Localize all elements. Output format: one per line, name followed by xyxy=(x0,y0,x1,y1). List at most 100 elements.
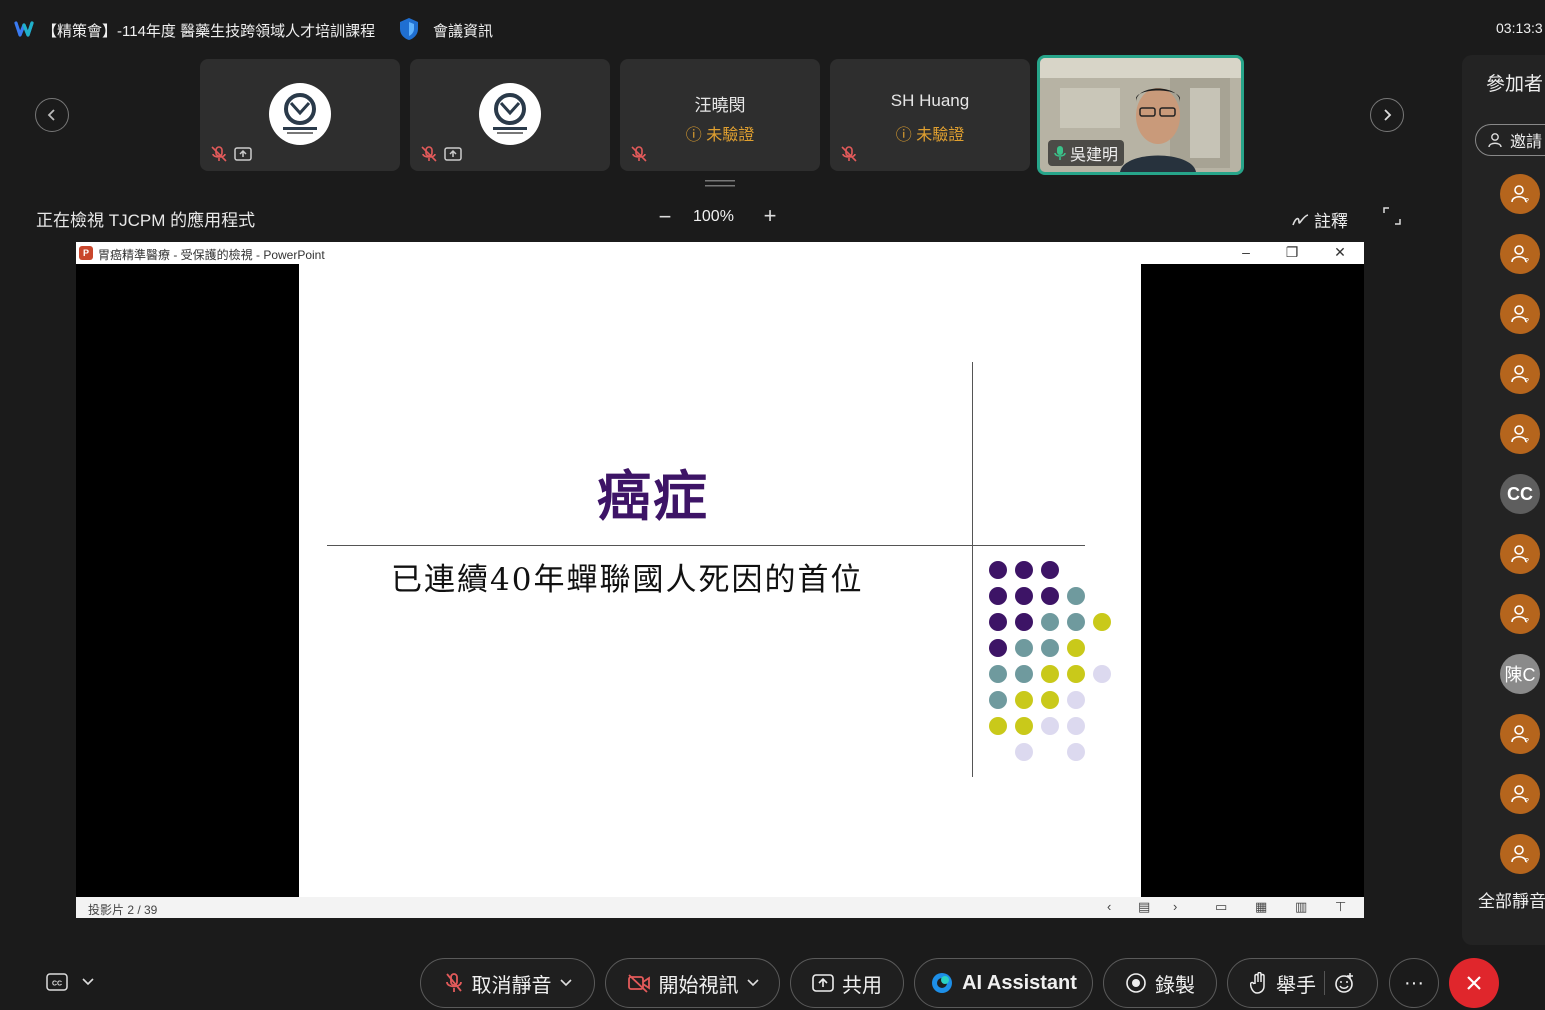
slide-title: 癌症 xyxy=(597,464,709,528)
minimize-icon[interactable]: – xyxy=(1236,244,1256,260)
participant-name: 汪曉閔 xyxy=(694,96,746,115)
unmute-label: 取消靜音 xyxy=(471,974,552,997)
participant-avatar-icon[interactable]: ? xyxy=(1500,414,1540,454)
slide-canvas: 癌症 已連續40年蟬聯國人死因的首位 xyxy=(299,264,1141,897)
decor-dot xyxy=(1041,613,1059,631)
close-icon[interactable]: ✕ xyxy=(1330,244,1350,261)
participant-tile-3[interactable]: 汪曉閔 ⓘ 未驗證 xyxy=(620,59,820,171)
chevron-down-icon xyxy=(82,978,94,986)
decor-dot xyxy=(1067,639,1085,657)
share-screen-icon xyxy=(234,147,252,161)
share-button[interactable]: 共用 xyxy=(790,958,904,1008)
participant-avatar-icon[interactable]: ? xyxy=(1500,834,1540,874)
decor-dot xyxy=(1067,717,1085,735)
leave-meeting-button[interactable] xyxy=(1449,958,1499,1008)
speaker-name: 吳建明 xyxy=(1070,147,1119,164)
strip-prev-button[interactable] xyxy=(35,98,69,132)
normal-view-icon[interactable]: ▭ xyxy=(1215,899,1227,915)
slide-vertical-rule xyxy=(972,362,973,777)
raise-hand-button[interactable]: 舉手 xyxy=(1227,958,1378,1008)
decor-dot xyxy=(989,587,1007,605)
record-button[interactable]: 錄製 xyxy=(1103,958,1217,1008)
mute-all-button[interactable]: 全部靜音 xyxy=(1478,887,1545,912)
svg-text:?: ? xyxy=(1525,198,1529,205)
svg-text:?: ? xyxy=(1525,558,1529,565)
annotate-pen-icon xyxy=(1292,213,1309,225)
participant-tile-logo-1[interactable] xyxy=(200,59,400,171)
slideshow-icon[interactable]: ⊤ xyxy=(1335,899,1346,915)
decor-dot xyxy=(989,717,1007,735)
participant-avatar-initials[interactable]: 陳C xyxy=(1500,654,1540,694)
decor-dot xyxy=(989,691,1007,709)
unverified-label: 未驗證 xyxy=(706,127,755,144)
record-label: 錄製 xyxy=(1155,974,1195,997)
decor-dot xyxy=(1015,717,1033,735)
start-video-button[interactable]: 開始視訊 xyxy=(605,958,780,1008)
chevron-down-icon[interactable] xyxy=(559,979,572,987)
resize-handle[interactable] xyxy=(705,180,735,188)
decor-dot xyxy=(1015,639,1033,657)
unverified-label: 未驗證 xyxy=(916,127,965,144)
decor-dot xyxy=(1067,691,1085,709)
active-speaker-tile[interactable]: 吳建明 xyxy=(1037,55,1244,175)
ai-assistant-button[interactable]: AI Assistant xyxy=(914,958,1093,1008)
decor-dot xyxy=(1041,587,1059,605)
closed-captions-icon: CC xyxy=(46,973,68,991)
mic-muted-icon xyxy=(211,146,227,162)
invite-button[interactable]: 邀請 xyxy=(1475,124,1545,156)
mic-muted-icon xyxy=(631,146,647,162)
reaction-emoji-icon[interactable] xyxy=(1333,972,1355,994)
participant-tile-4[interactable]: SH Huang ⓘ 未驗證 xyxy=(830,59,1030,171)
divider xyxy=(1324,971,1325,995)
participant-avatar-icon[interactable]: ? xyxy=(1500,234,1540,274)
window-title: 胃癌精準醫療 - 受保護的檢視 - PowerPoint xyxy=(98,248,325,262)
meeting-clock: 03:13:3 xyxy=(1496,20,1543,36)
slide-sorter-icon[interactable]: ▦ xyxy=(1255,899,1267,915)
participant-avatar-icon[interactable]: ? xyxy=(1500,774,1540,814)
svg-text:?: ? xyxy=(1525,438,1529,445)
decor-dot xyxy=(1041,691,1059,709)
captions-control[interactable]: CC xyxy=(46,973,94,991)
svg-text:?: ? xyxy=(1525,318,1529,325)
mic-muted-icon xyxy=(445,973,462,992)
decor-dot xyxy=(1093,665,1111,683)
add-person-icon xyxy=(1488,133,1502,148)
share-screen-icon xyxy=(444,147,462,161)
unverified-status: ⓘ 未驗證 xyxy=(620,121,820,145)
notes-icon[interactable]: ▤ xyxy=(1138,899,1150,915)
participant-avatar-icon[interactable]: ? xyxy=(1500,354,1540,394)
decor-dot xyxy=(1093,613,1111,631)
mic-muted-icon xyxy=(841,146,857,162)
zoom-level[interactable]: 100% xyxy=(693,208,734,226)
next-slide-icon[interactable]: › xyxy=(1173,899,1177,914)
participant-avatar-icon[interactable]: ? xyxy=(1500,534,1540,574)
participant-avatar-initials[interactable]: CC xyxy=(1500,474,1540,514)
unverified-status: ⓘ 未驗證 xyxy=(830,121,1030,145)
restore-icon[interactable]: ❐ xyxy=(1282,244,1302,261)
meeting-info-link[interactable]: 會議資訊 xyxy=(433,20,493,41)
participant-avatar-icon[interactable]: ? xyxy=(1500,714,1540,754)
zoom-out-button[interactable]: − xyxy=(655,204,675,230)
participant-avatar-icon[interactable]: ? xyxy=(1500,294,1540,334)
raise-hand-icon xyxy=(1250,972,1265,994)
strip-next-button[interactable] xyxy=(1370,98,1404,132)
shield-icon[interactable] xyxy=(398,17,420,41)
participant-avatar-icon[interactable]: ? xyxy=(1500,594,1540,634)
fullscreen-icon[interactable] xyxy=(1383,207,1401,225)
mic-active-icon xyxy=(1054,146,1066,160)
unmute-button[interactable]: 取消靜音 xyxy=(420,958,595,1008)
more-options-button[interactable]: ··· xyxy=(1389,958,1439,1008)
decor-dot xyxy=(1067,743,1085,761)
powerpoint-icon: P xyxy=(79,246,93,260)
prev-slide-icon[interactable]: ‹ xyxy=(1107,899,1111,914)
annotate-button[interactable]: 註釋 xyxy=(1292,207,1348,232)
invite-label: 邀請 xyxy=(1510,134,1543,151)
participant-avatar-icon[interactable]: ? xyxy=(1500,174,1540,214)
decor-dot xyxy=(1015,613,1033,631)
chevron-down-icon[interactable] xyxy=(746,979,759,987)
reading-view-icon[interactable]: ▥ xyxy=(1295,899,1307,915)
decor-dot xyxy=(989,639,1007,657)
participant-tile-logo-2[interactable] xyxy=(410,59,610,171)
powerpoint-statusbar: 投影片 2 / 39 ‹ ▤ › ▭ ▦ ▥ ⊤ xyxy=(76,897,1364,918)
zoom-in-button[interactable]: + xyxy=(760,203,780,229)
